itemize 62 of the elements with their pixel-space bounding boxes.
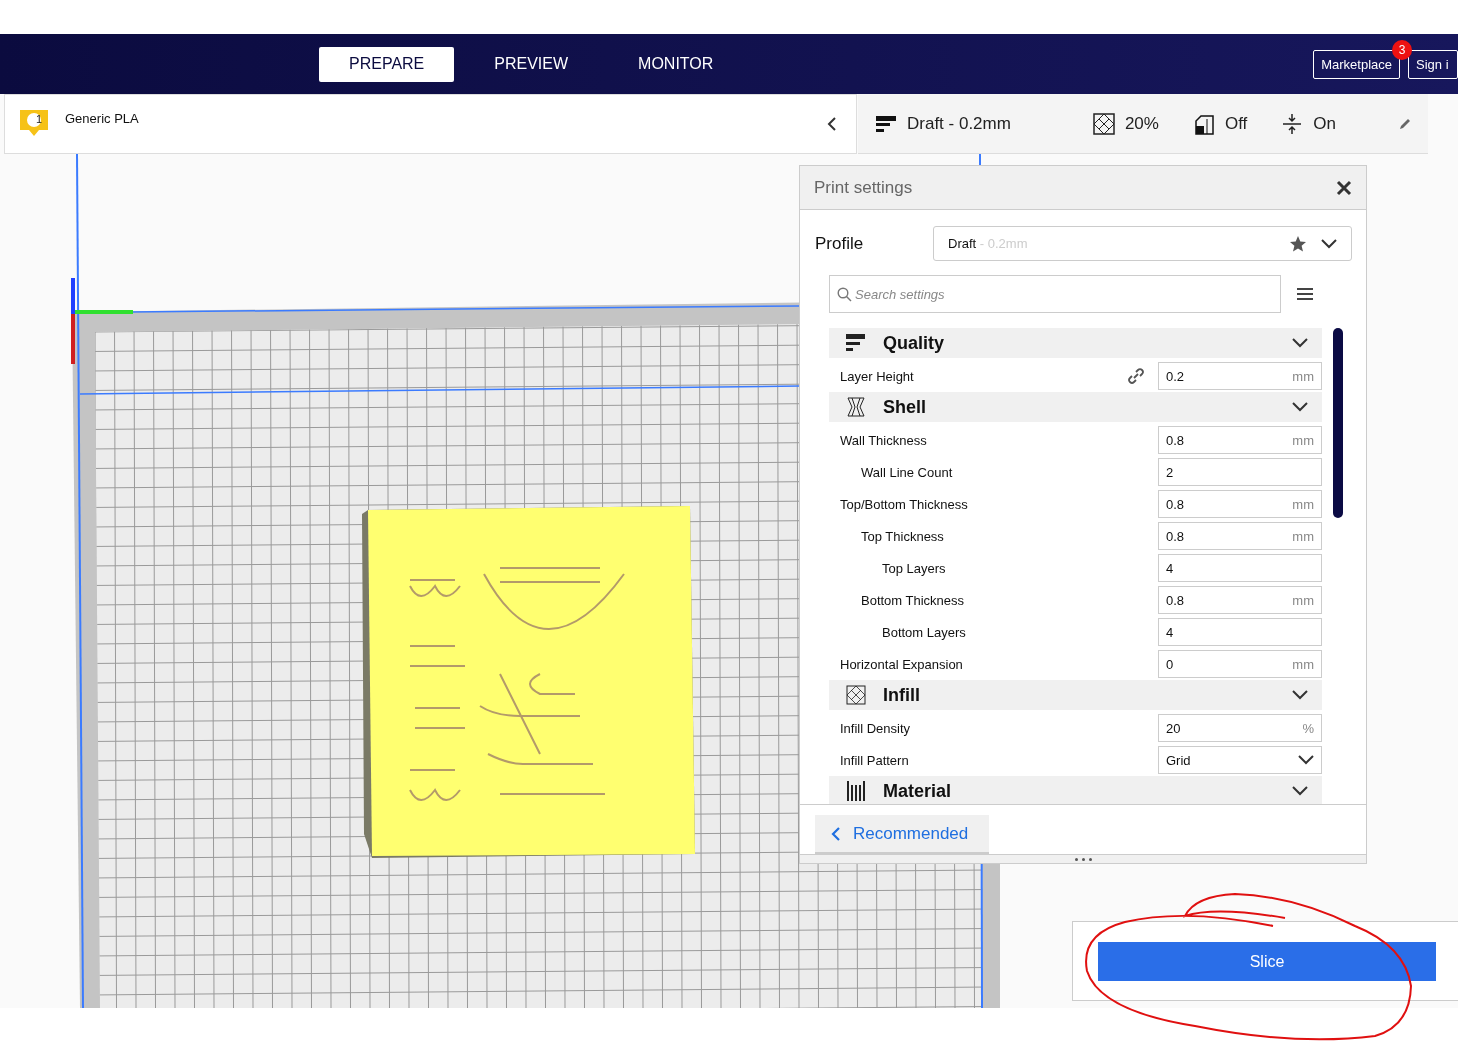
sign-in-button[interactable]: Sign i bbox=[1408, 49, 1458, 79]
material-name: Generic PLA bbox=[65, 110, 139, 126]
setting-field[interactable]: 4 bbox=[1158, 554, 1322, 582]
slice-button[interactable]: Slice bbox=[1098, 942, 1436, 981]
resize-handle[interactable] bbox=[800, 854, 1366, 863]
category-header[interactable]: Quality bbox=[829, 328, 1322, 358]
setting-label: Bottom Thickness bbox=[860, 592, 966, 608]
setting-field[interactable]: 2 bbox=[1158, 458, 1322, 486]
adhesion-icon bbox=[1281, 112, 1304, 135]
notification-badge: 3 bbox=[1392, 39, 1413, 60]
extruder-number: 1 bbox=[34, 113, 44, 125]
category-header[interactable]: Infill bbox=[829, 680, 1322, 710]
infill-icon bbox=[846, 685, 866, 705]
stage-tab[interactable]: MONITOR bbox=[608, 46, 744, 82]
setting-label: Infill Density bbox=[839, 720, 912, 736]
shell-icon bbox=[846, 397, 866, 417]
chevron-down-icon bbox=[1321, 238, 1337, 249]
adhesion-label: On bbox=[1313, 113, 1336, 134]
recommended-button[interactable]: Recommended bbox=[815, 815, 989, 855]
scrollbar[interactable] bbox=[1333, 328, 1343, 518]
material-icon bbox=[846, 781, 866, 801]
setting-label: Top Thickness bbox=[860, 528, 945, 544]
pencil-icon[interactable] bbox=[1398, 116, 1412, 131]
collapse-icon[interactable] bbox=[826, 116, 838, 132]
setting-label: Wall Thickness bbox=[839, 432, 928, 448]
profile-label: Profile bbox=[815, 233, 865, 254]
setting-field[interactable]: 0.2 mm bbox=[1158, 362, 1322, 390]
setting-label: Top Layers bbox=[881, 560, 947, 576]
material-bar[interactable]: 1 Generic PLA bbox=[4, 94, 857, 154]
setting-field[interactable]: 0.8 mm bbox=[1158, 426, 1322, 454]
search-field[interactable]: Search settings bbox=[829, 275, 1281, 313]
stage-tab[interactable]: PREVIEW bbox=[464, 46, 599, 82]
setting-label: Wall Line Count bbox=[860, 464, 954, 480]
setting-field[interactable]: 0 mm bbox=[1158, 650, 1322, 678]
setting-label: Horizontal Expansion bbox=[839, 656, 964, 672]
setting-field[interactable]: 0.8 mm bbox=[1158, 586, 1322, 614]
setting-label: Top/Bottom Thickness bbox=[839, 496, 969, 512]
quality-icon bbox=[846, 333, 866, 353]
support-label: Off bbox=[1224, 113, 1248, 134]
setting-field[interactable]: 0.8 mm bbox=[1158, 522, 1322, 550]
infill-label: 20% bbox=[1124, 113, 1159, 134]
panel-title: Print settings bbox=[814, 177, 913, 198]
menu-icon[interactable] bbox=[1297, 287, 1313, 301]
chevron-down-icon bbox=[1298, 755, 1314, 765]
star-icon[interactable] bbox=[1289, 234, 1307, 253]
setting-field[interactable]: 20 % bbox=[1158, 714, 1322, 742]
support-icon bbox=[1192, 112, 1215, 135]
stage-tab[interactable]: PREPARE bbox=[319, 46, 455, 82]
category-header[interactable]: Shell bbox=[829, 392, 1322, 422]
setting-field[interactable]: 4 bbox=[1158, 618, 1322, 646]
category-header[interactable]: Material bbox=[829, 776, 1322, 805]
setting-dropdown[interactable]: Grid bbox=[1158, 746, 1322, 774]
print-settings-summary[interactable]: Draft - 0.2mm 20% Off On bbox=[858, 94, 1428, 154]
setting-label: Bottom Layers bbox=[881, 624, 967, 640]
infill-icon bbox=[1092, 112, 1115, 135]
setting-field[interactable]: 0.8 mm bbox=[1158, 490, 1322, 518]
setting-label: Layer Height bbox=[839, 368, 915, 384]
close-icon[interactable] bbox=[1336, 179, 1352, 196]
profile-label: Draft - 0.2mm bbox=[907, 113, 1011, 134]
search-icon bbox=[837, 287, 852, 302]
setting-label: Infill Pattern bbox=[839, 752, 910, 768]
chevron-left-icon bbox=[831, 825, 841, 842]
